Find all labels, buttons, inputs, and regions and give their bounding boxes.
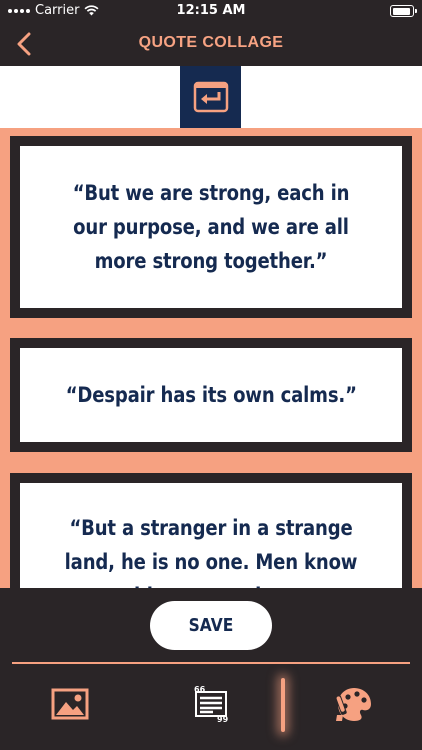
tab-image[interactable] <box>40 676 100 732</box>
save-label: SAVE <box>188 615 234 636</box>
quote-collage: “But we are strong, each in our purpose,… <box>0 128 422 588</box>
battery-icon <box>390 5 417 17</box>
nav-bar: QUOTE COLLAGE <box>0 22 422 66</box>
quote-close-mark: 99 <box>217 715 229 722</box>
page-title: QUOTE COLLAGE <box>138 34 284 51</box>
status-bar: Carrier 12:15 AM <box>0 0 422 22</box>
quote-text: “But we are strong, each in our purpose,… <box>72 181 350 273</box>
save-button[interactable]: SAVE <box>150 601 272 650</box>
image-icon <box>51 688 89 720</box>
status-time: 12:15 AM <box>176 3 246 18</box>
tab-active-indicator <box>281 678 285 732</box>
palette-brush-icon <box>335 688 371 721</box>
tab-bar: 66 99 <box>0 676 422 736</box>
quote-card-inner: “But a stranger in a strange land, he is… <box>20 483 402 588</box>
quote-card-inner: “But we are strong, each in our purpose,… <box>20 146 402 308</box>
quote-text: “But a stranger in a strange land, he is… <box>64 516 358 588</box>
share-button[interactable] <box>180 66 241 128</box>
tab-text[interactable]: 66 99 <box>181 676 241 732</box>
share-arrow-icon <box>193 81 228 113</box>
quote-card-inner: “Despair has its own calms.” <box>20 348 402 442</box>
quote-card[interactable]: “Despair has its own calms.” <box>10 338 412 452</box>
quote-text: “Despair has its own calms.” <box>65 383 357 407</box>
quote-text-icon: 66 99 <box>194 686 229 722</box>
quote-card[interactable]: “But a stranger in a strange land, he is… <box>10 473 412 588</box>
quote-open-mark: 66 <box>194 686 206 694</box>
quote-card[interactable]: “But we are strong, each in our purpose,… <box>10 136 412 318</box>
divider <box>12 662 410 664</box>
tab-style[interactable] <box>324 676 384 732</box>
